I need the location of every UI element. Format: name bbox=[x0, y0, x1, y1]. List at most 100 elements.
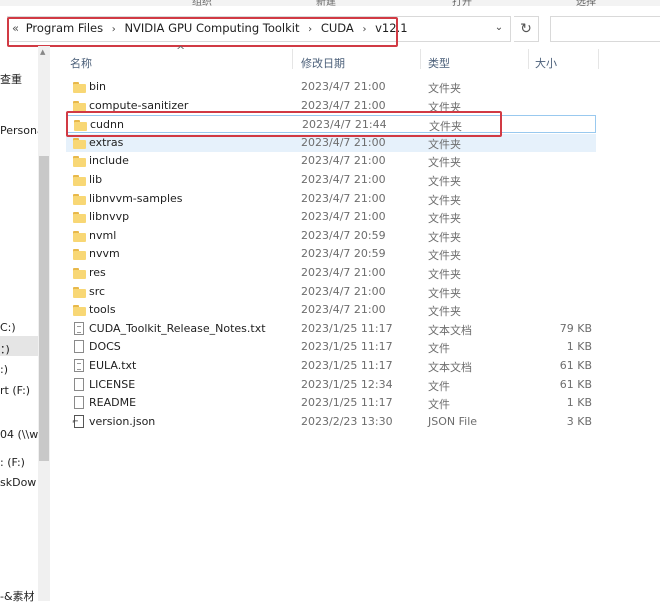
file-name: DOCS bbox=[89, 340, 121, 354]
nav-item-drive-f2[interactable]: : (F:) bbox=[0, 456, 25, 469]
file-row[interactable]: libnvvm-samples 2023/4/7 21:00 文件夹 bbox=[66, 190, 596, 208]
file-name: res bbox=[89, 266, 106, 279]
navigation-pane: 查重 Persona C:) ：) :) rt (F:) 04 (\\w : (… bbox=[0, 46, 50, 604]
file-row[interactable]: nvvm 2023/4/7 20:59 文件夹 bbox=[66, 245, 596, 263]
file-type: 文件 bbox=[428, 379, 450, 393]
file-name: extras bbox=[89, 135, 124, 149]
file-name: LICENSE bbox=[89, 377, 136, 391]
nav-item-duplicates[interactable]: 查重 bbox=[0, 71, 22, 87]
file-size: 61 KB bbox=[559, 359, 592, 372]
column-header-name[interactable]: 名称 bbox=[70, 55, 92, 71]
ribbon-strip: 组织 新建 打开 选择 bbox=[0, 0, 660, 6]
nav-item-materials[interactable]: -&素材 bbox=[0, 588, 35, 604]
folder-icon bbox=[73, 175, 86, 186]
file-row[interactable]: LICENSE 2023/1/25 12:34 文件 61 KB bbox=[66, 376, 596, 394]
file-type: 文件夹 bbox=[428, 268, 461, 281]
file-row[interactable]: version.json 2023/2/23 13:30 JSON File 3 KB bbox=[66, 413, 596, 431]
file-type: 文件夹 bbox=[428, 249, 461, 263]
file-date: 2023/4/7 21:00 bbox=[301, 154, 386, 168]
folder-icon bbox=[73, 212, 86, 224]
file-row[interactable]: nvml 2023/4/7 20:59 文件夹 bbox=[66, 227, 596, 245]
file-type: 文件夹 bbox=[428, 82, 461, 95]
folder-icon bbox=[73, 230, 86, 242]
file-name: nvvm bbox=[89, 247, 120, 261]
file-date: 2023/4/7 21:00 bbox=[301, 210, 386, 224]
file-type: 文件夹 bbox=[428, 137, 461, 151]
file-name: bin bbox=[89, 80, 107, 93]
file-name: include bbox=[89, 154, 129, 168]
column-divider[interactable] bbox=[598, 49, 599, 69]
file-row[interactable]: tools 2023/4/7 21:00 文件夹 bbox=[66, 301, 596, 319]
column-header-size[interactable]: 大小 bbox=[535, 55, 557, 71]
cudnn-highlight-box bbox=[66, 111, 502, 137]
file-size: 1 KB bbox=[566, 340, 592, 354]
file-date: 2023/4/7 20:59 bbox=[301, 228, 386, 242]
file-date: 2023/4/7 21:00 bbox=[301, 135, 386, 149]
nav-item-drive-f[interactable]: rt (F:) bbox=[0, 384, 30, 397]
file-row[interactable]: EULA.txt 2023/1/25 11:17 文本文档 61 KB bbox=[66, 357, 596, 375]
ribbon-select-label: 选择 bbox=[576, 0, 596, 6]
scroll-up-icon[interactable]: ▲ bbox=[40, 48, 48, 56]
nav-item-drive-d[interactable]: ：) bbox=[0, 341, 10, 357]
nav-item-drive-e[interactable]: :) bbox=[0, 363, 8, 376]
file-date: 2023/4/7 21:00 bbox=[301, 80, 386, 93]
file-row[interactable]: src 2023/4/7 21:00 文件夹 bbox=[66, 283, 596, 301]
search-input[interactable] bbox=[550, 16, 660, 42]
file-icon bbox=[74, 396, 84, 410]
file-icon bbox=[74, 377, 84, 391]
column-divider[interactable] bbox=[292, 49, 293, 69]
nav-item-drive-c[interactable]: C:) bbox=[0, 321, 16, 334]
file-type: 文件 bbox=[428, 398, 450, 412]
file-date: 2023/4/7 21:00 bbox=[301, 284, 386, 298]
nav-item-network-share[interactable]: 04 (\\w bbox=[0, 428, 38, 441]
file-name: EULA.txt bbox=[89, 359, 137, 372]
nav-scrollbar[interactable]: ▲ bbox=[38, 46, 50, 601]
file-type: 文件夹 bbox=[428, 230, 461, 244]
folder-icon bbox=[73, 156, 86, 168]
file-row[interactable]: lib 2023/4/7 21:00 文件夹 bbox=[66, 171, 596, 189]
column-header-type[interactable]: 类型 bbox=[428, 55, 450, 71]
file-size: 79 KB bbox=[559, 321, 592, 335]
file-type: 文件夹 bbox=[428, 193, 461, 207]
column-divider[interactable] bbox=[420, 49, 421, 69]
ribbon-organize-label: 组织 bbox=[192, 0, 212, 6]
file-type: 文件夹 bbox=[428, 305, 461, 319]
file-size: 61 KB bbox=[559, 377, 592, 391]
refresh-button[interactable]: ↻ bbox=[514, 16, 539, 42]
file-type: 文本文档 bbox=[428, 323, 472, 337]
folder-icon bbox=[73, 286, 86, 298]
file-name: libnvvm-samples bbox=[89, 191, 183, 205]
file-type: 文件 bbox=[428, 342, 450, 356]
chevron-down-icon[interactable]: ⌄ bbox=[492, 21, 506, 35]
file-date: 2023/1/25 12:34 bbox=[301, 377, 393, 391]
file-row[interactable]: include 2023/4/7 21:00 文件夹 bbox=[66, 152, 596, 170]
file-row[interactable]: CUDA_Toolkit_Release_Notes.txt 2023/1/25 … bbox=[66, 320, 596, 338]
file-size: 1 KB bbox=[566, 396, 592, 410]
file-row[interactable]: res 2023/4/7 21:00 文件夹 bbox=[66, 264, 596, 282]
file-row[interactable]: bin 2023/4/7 21:00 文件夹 bbox=[66, 78, 596, 96]
json-file-icon bbox=[72, 414, 84, 428]
file-row[interactable]: README 2023/1/25 11:17 文件 1 KB bbox=[66, 394, 596, 412]
text-document-icon bbox=[74, 321, 84, 335]
ribbon-open-label: 打开 bbox=[452, 0, 472, 6]
file-name: src bbox=[89, 284, 106, 298]
column-headers: ^ 名称 修改日期 类型 大小 bbox=[62, 44, 660, 71]
file-date: 2023/4/7 21:00 bbox=[301, 266, 386, 279]
column-divider[interactable] bbox=[528, 49, 529, 69]
file-row[interactable]: libnvvp 2023/4/7 21:00 文件夹 bbox=[66, 208, 596, 226]
nav-item-downloads[interactable]: skDow bbox=[0, 476, 36, 489]
file-date: 2023/4/7 20:59 bbox=[301, 247, 386, 261]
file-size: 3 KB bbox=[566, 414, 592, 428]
text-document-icon bbox=[74, 359, 84, 372]
column-header-date[interactable]: 修改日期 bbox=[301, 55, 345, 71]
file-name: nvml bbox=[89, 228, 117, 242]
folder-icon bbox=[73, 82, 86, 93]
file-row[interactable]: DOCS 2023/1/25 11:17 文件 1 KB bbox=[66, 338, 596, 356]
nav-scrollbar-thumb[interactable] bbox=[39, 156, 49, 461]
file-icon bbox=[74, 340, 84, 354]
folder-icon bbox=[73, 100, 86, 112]
file-type: JSON File bbox=[428, 414, 478, 428]
folder-icon bbox=[73, 249, 86, 261]
file-type: 文件夹 bbox=[428, 156, 461, 170]
file-name: version.json bbox=[89, 414, 156, 428]
